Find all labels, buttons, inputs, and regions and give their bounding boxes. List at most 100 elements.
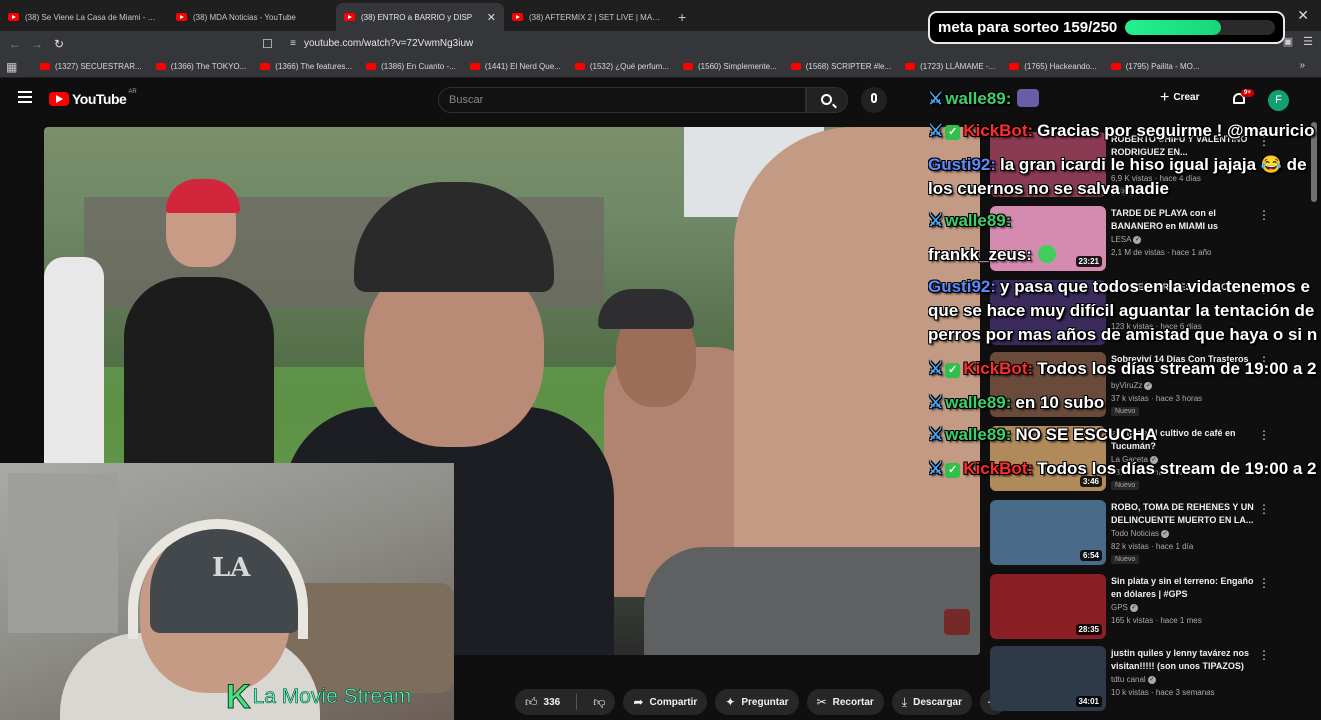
chat-username[interactable]: walle89:: [945, 393, 1011, 412]
channel-name[interactable]: Todo Noticias ✓: [1111, 529, 1170, 538]
window-close-icon[interactable]: ✕: [1297, 7, 1309, 24]
chat-emote-icon: [1037, 245, 1056, 263]
verified-bot-badge-icon: ✓: [945, 363, 961, 378]
ask-button[interactable]: ✦ Preguntar: [715, 689, 799, 715]
bookmark-item[interactable]: (1568) SCRIPTER #le...: [790, 62, 891, 71]
bookmarks-overflow-icon[interactable]: »: [1299, 60, 1305, 71]
recommended-video[interactable]: 6:54 ROBO, TOMA DE REHENES Y UN DELINCUEN…: [990, 500, 1300, 566]
channel-name[interactable]: tdtu canal ✓: [1111, 675, 1156, 684]
bookmark-item[interactable]: (1366) The TOKYO...: [155, 62, 247, 71]
apps-grid-icon[interactable]: ▦: [6, 60, 26, 74]
kick-logo: K: [226, 678, 252, 716]
bookmark-label: (1366) The features...: [275, 62, 353, 71]
bookmark-item[interactable]: (1532) ¿Qué perfum...: [574, 62, 669, 71]
video-meta: 165 k vistas · hace 1 mes: [1111, 616, 1202, 625]
video-menu-icon[interactable]: ⋮: [1258, 576, 1270, 590]
like-count: 336: [543, 696, 561, 708]
sword-badge-icon: ⚔: [928, 121, 944, 140]
chat-username[interactable]: walle89:: [945, 89, 1011, 108]
video-thumbnail[interactable]: 28:35: [990, 574, 1106, 639]
like-button[interactable]: 👍︎ 336: [515, 689, 570, 715]
menu-icon[interactable]: [18, 91, 32, 103]
channel-watermark-logo[interactable]: [944, 609, 970, 635]
bookmark-label: (1366) The TOKYO...: [170, 62, 247, 71]
back-arrow-icon[interactable]: ←: [4, 37, 26, 51]
bookmark-item[interactable]: (1560) Simplemente...: [683, 62, 777, 71]
video-thumbnail[interactable]: 6:54: [990, 500, 1106, 565]
chat-message: ⚔ walle89:: [928, 210, 1015, 232]
sword-badge-icon: ⚔: [928, 211, 944, 230]
bookmark-item[interactable]: (1723) LLÁMAME -...: [905, 62, 995, 71]
giveaway-goal-widget: meta para sorteo 159/250: [928, 11, 1285, 44]
share-button[interactable]: ➦ Compartir: [623, 689, 708, 715]
chat-text: NO SE ESCUCHA: [1015, 425, 1158, 444]
clip-button[interactable]: ✂ Recortar: [806, 689, 884, 715]
new-badge: Nuevo: [1111, 555, 1140, 564]
recommended-video[interactable]: 34:01 justin quiles y lenny tavárez nos v…: [990, 646, 1300, 712]
chat-username[interactable]: Gusti92:: [928, 277, 996, 296]
search-placeholder: Buscar: [449, 94, 484, 106]
microphone-icon: [871, 93, 877, 103]
url-text[interactable]: youtube.com/watch?v=72VwmNg3iuw: [304, 38, 473, 49]
site-info-icon[interactable]: ≡: [282, 38, 304, 49]
youtube-favicon-icon: [40, 63, 50, 70]
browser-tab[interactable]: (38) MDA Noticias - YouTube: [168, 3, 336, 31]
verified-icon: ✓: [1129, 603, 1138, 612]
tab-close-icon[interactable]: ✕: [487, 11, 496, 24]
chat-username[interactable]: KickBot:: [963, 459, 1033, 478]
bookmark-label: (1723) LLÁMAME -...: [920, 62, 996, 71]
bookmark-icon[interactable]: ☐: [262, 37, 282, 51]
browser-tab[interactable]: (38) ENTRO a BARRIO y DISP ✕: [336, 3, 504, 31]
chat-message: los cuernos no se salva nadie: [928, 178, 1169, 200]
chat-username[interactable]: walle89:: [945, 425, 1011, 444]
youtube-favicon-icon: [683, 63, 694, 70]
video-title[interactable]: Sin plata y sin el terreno: Engaño en dó…: [1111, 575, 1261, 601]
download-button[interactable]: ⤓ Descargar: [891, 689, 973, 715]
chat-username[interactable]: walle89:: [945, 211, 1011, 230]
video-menu-icon[interactable]: ⋮: [1258, 502, 1270, 516]
browser-tab[interactable]: (38) Se Viene La Casa de Miami - You: [0, 3, 168, 31]
bookmark-item[interactable]: (1386) En Cuanto -...: [366, 62, 456, 71]
bookmark-item[interactable]: (1327) SECUESTRAR...: [40, 62, 142, 71]
bookmarks-bar: ▦ (1327) SECUESTRAR... (1366) The TOKYO..…: [0, 56, 1321, 78]
browser-tab[interactable]: (38) AFTERMIX 2 | SET LIVE | MANUE: [504, 3, 672, 31]
chat-message: que se hace muy difícil aguantar la tent…: [928, 300, 1314, 322]
search-button[interactable]: [806, 87, 848, 113]
chat-username[interactable]: frankk_zeus:: [928, 245, 1032, 264]
channel-name-text: Todo Noticias: [1111, 529, 1160, 538]
profile-menu-icon[interactable]: ☰: [1303, 35, 1313, 48]
stream-name: La Movie Stream: [252, 685, 412, 709]
verified-icon: ✓: [1161, 529, 1170, 538]
red-cap: [166, 179, 240, 213]
forward-arrow-icon[interactable]: →: [26, 37, 48, 51]
black-cap: [598, 289, 694, 329]
video-duration: 28:35: [1075, 624, 1102, 635]
youtube-logo[interactable]: YouTube AR: [49, 89, 137, 107]
bookmark-item[interactable]: (1441) El Nerd Que...: [469, 62, 561, 71]
new-tab-button[interactable]: +: [678, 3, 686, 31]
video-meta: 82 k vistas · hace 1 día: [1111, 542, 1194, 551]
chat-text: los cuernos no se salva nadie: [928, 179, 1169, 198]
stream-branding: K La Movie Stream: [226, 678, 412, 716]
thumbs-up-icon: 👍︎: [525, 694, 538, 709]
youtube-favicon-icon: [176, 13, 187, 21]
video-title[interactable]: justin quiles y lenny tavárez nos visita…: [1111, 647, 1261, 673]
channel-name[interactable]: GPS ✓: [1111, 603, 1138, 612]
reload-icon[interactable]: ↻: [48, 37, 70, 51]
chat-username[interactable]: KickBot:: [963, 121, 1033, 140]
recommended-video[interactable]: 28:35 Sin plata y sin el terreno: Engaño …: [990, 574, 1300, 640]
bookmark-item[interactable]: (1765) Hackeando...: [1009, 62, 1097, 71]
verified-icon: ✓: [1147, 675, 1156, 684]
chat-message: Gusti92: la gran icardi le hiso igual jaj…: [928, 154, 1307, 176]
video-title[interactable]: ROBO, TOMA DE REHENES Y UN DELINCUENTE M…: [1111, 501, 1261, 527]
search-input[interactable]: Buscar: [438, 87, 806, 113]
tab-title: (38) ENTRO a BARRIO y DISP: [361, 12, 473, 22]
voice-search-button[interactable]: [861, 87, 887, 113]
chat-username[interactable]: KickBot:: [963, 359, 1033, 378]
bookmark-item[interactable]: (1366) The features...: [260, 62, 352, 71]
video-thumbnail[interactable]: 34:01: [990, 646, 1106, 711]
video-menu-icon[interactable]: ⋮: [1258, 648, 1270, 662]
chat-username[interactable]: Gusti92:: [928, 155, 996, 174]
bookmark-item[interactable]: (1795) Pailita - MO...: [1110, 62, 1200, 71]
dislike-button[interactable]: 👎︎: [583, 689, 615, 715]
